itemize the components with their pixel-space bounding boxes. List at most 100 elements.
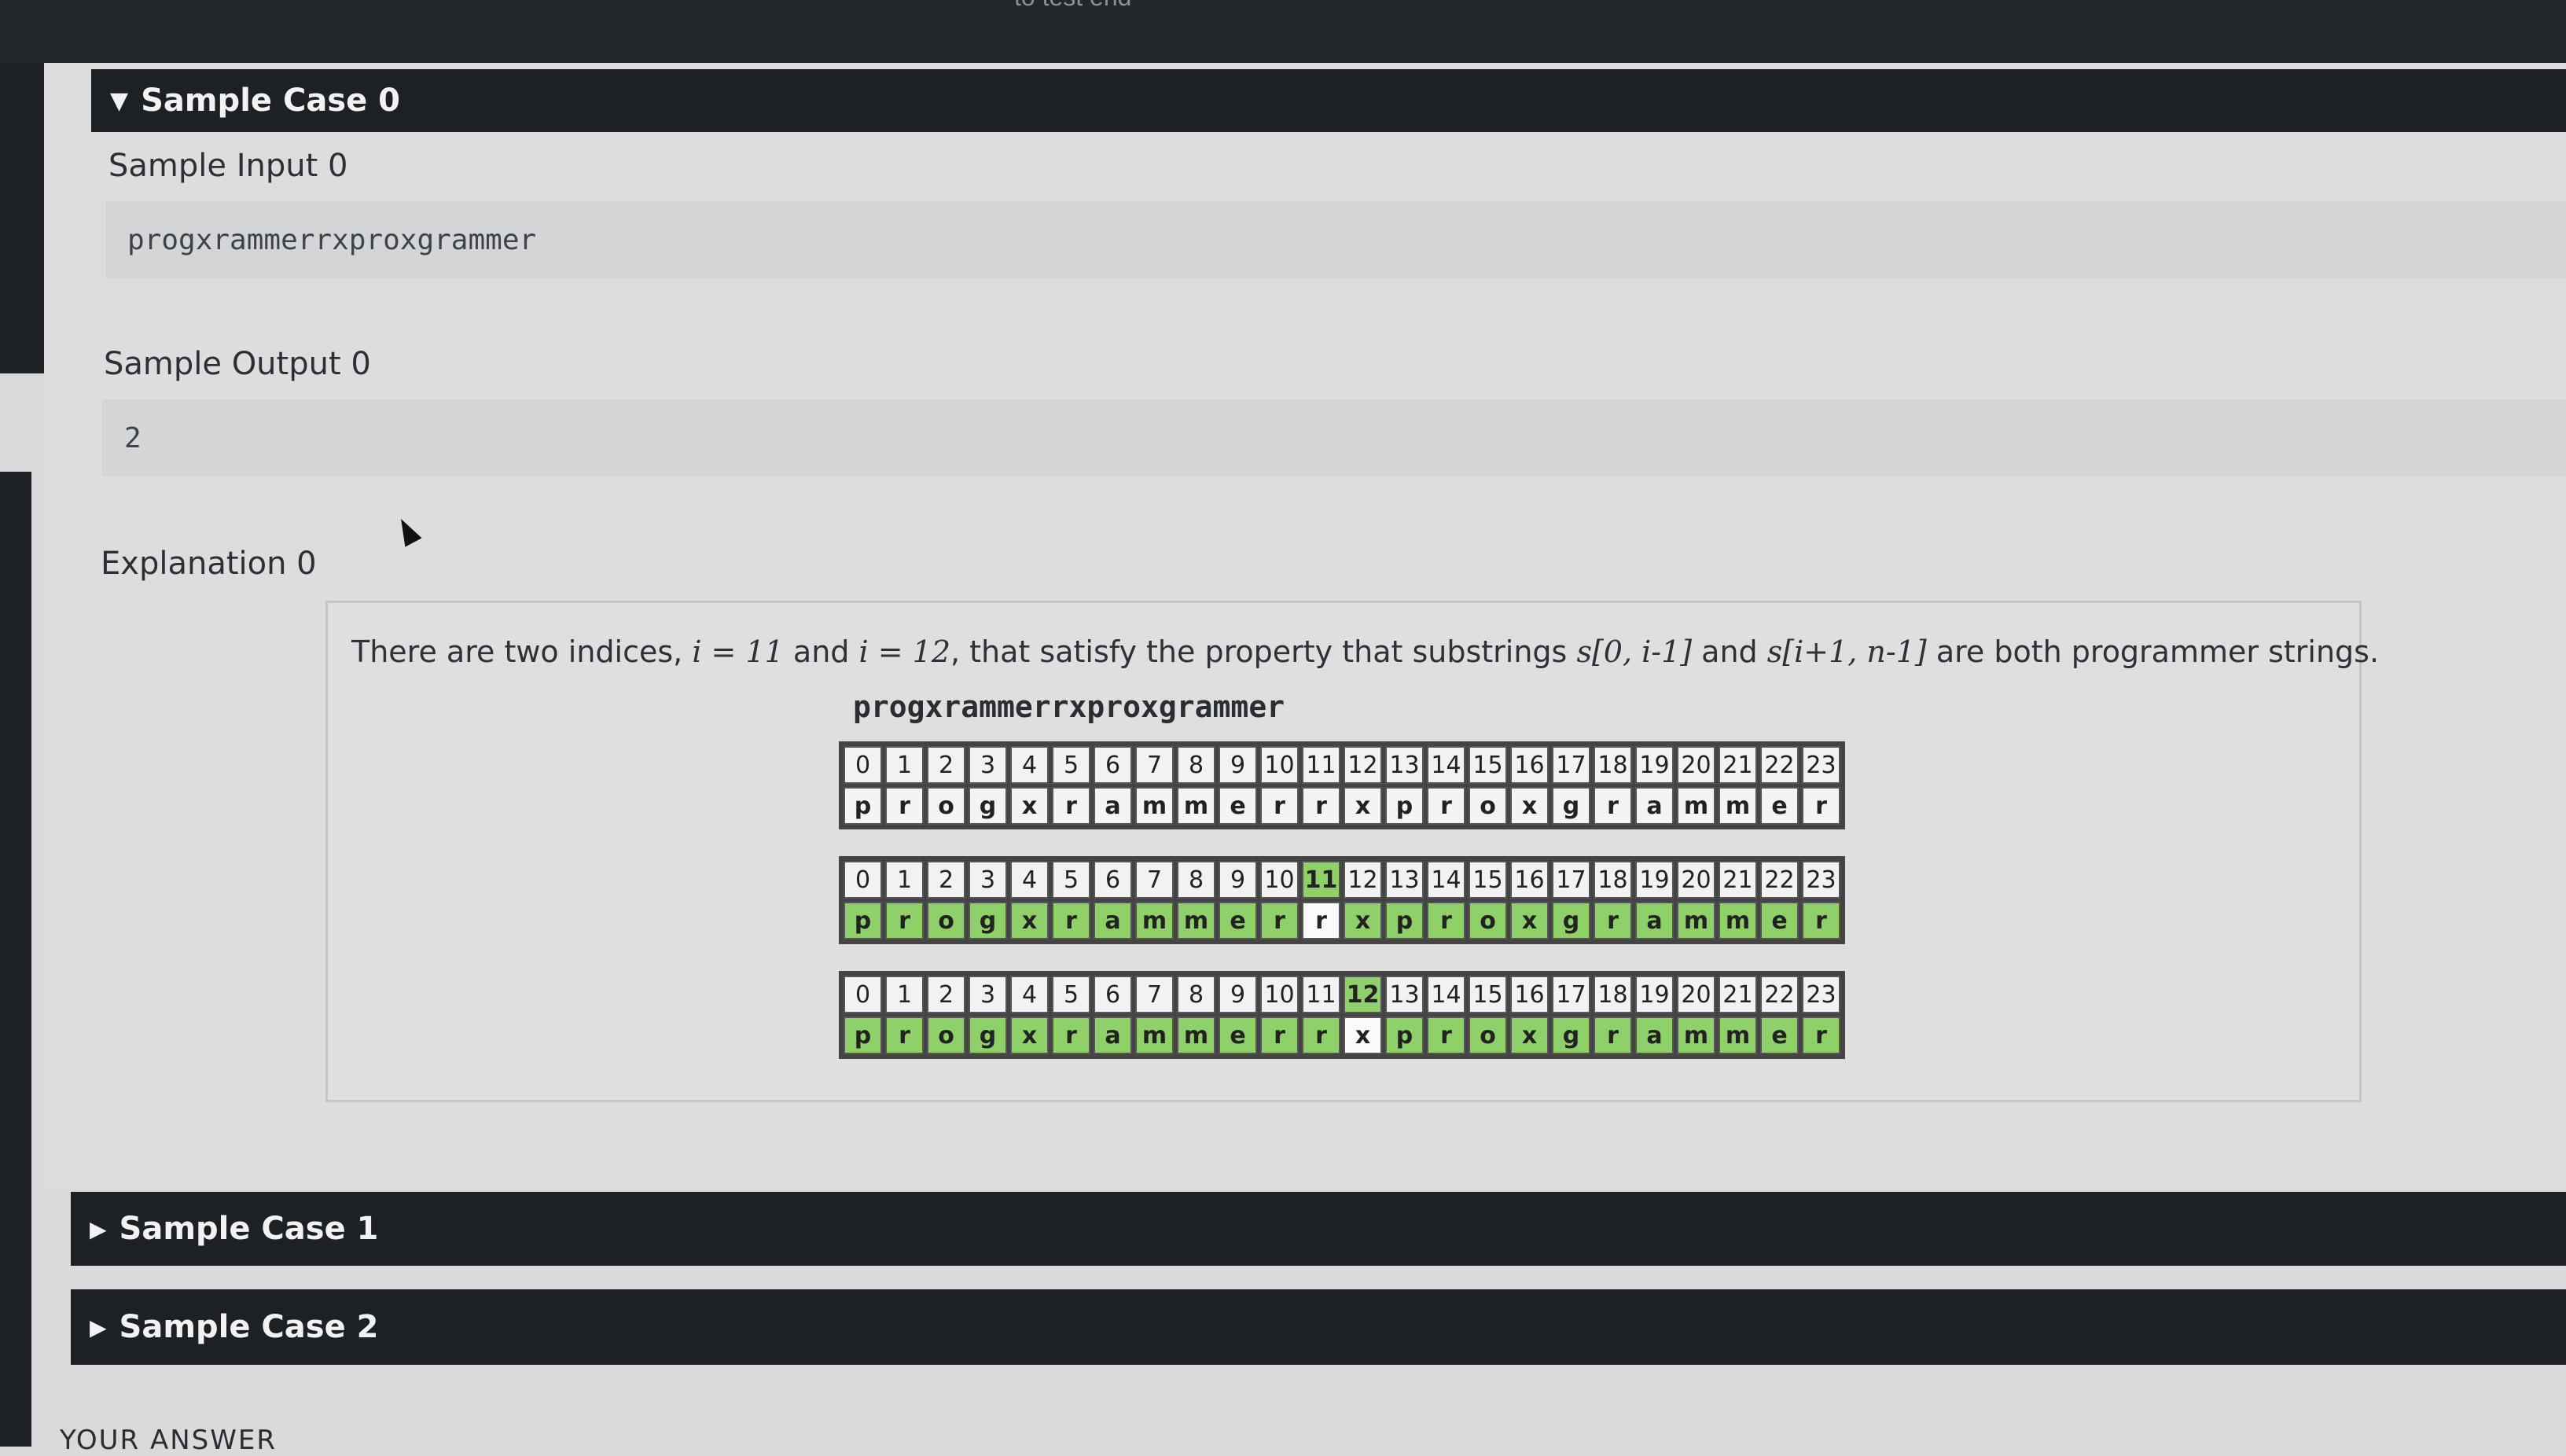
- grid-index-row: 0 1 2 3 4 5 6 7 8 9 10 11 12 13 14 15 16 17 18 19 20 21 22 23: [842, 974, 1842, 1015]
- your-answer-heading: YOUR ANSWER: [60, 1425, 277, 1456]
- explanation-index-11: i = 11: [692, 634, 784, 669]
- grid-index-cell: 23: [1802, 746, 1840, 784]
- grid-index-cell: 15: [1469, 746, 1507, 784]
- grid-char-cell: r: [885, 1017, 924, 1054]
- sample-input-value: progxrammerrxproxgrammer: [127, 223, 537, 256]
- grid-index-cell: 10: [1260, 861, 1299, 899]
- grid-char-cell: o: [927, 902, 965, 939]
- sample-input-box: progxrammerrxproxgrammer: [105, 201, 2566, 278]
- grid-char-cell: e: [1219, 787, 1257, 825]
- grid-char-row: progxrammerrxproxgrammer: [842, 785, 1842, 826]
- grid-index-cell: 15: [1469, 976, 1507, 1013]
- grid-char-cell: r: [1052, 902, 1090, 939]
- grid-index-cell: 12: [1344, 861, 1382, 899]
- sample-case-2-title: Sample Case 2: [119, 1309, 379, 1345]
- grid-char-cell: r: [1594, 1017, 1632, 1054]
- grid-index-cell: 14: [1427, 746, 1465, 784]
- grid-char-cell: m: [1135, 902, 1174, 939]
- grid-index-cell: 23: [1802, 861, 1840, 899]
- grid-char-cell: r: [1427, 1017, 1465, 1054]
- explanation-part: and: [1692, 634, 1767, 669]
- sample-output-label: Sample Output 0: [104, 346, 371, 382]
- left-dark-strip: [0, 63, 44, 373]
- grid-index-cell: 13: [1385, 746, 1424, 784]
- grid-index-cell: 11: [1302, 861, 1340, 899]
- index-grid-split-12: 0 1 2 3 4 5 6 7 8 9 10 11 12 13 14 15 16 17 18 19 20 21 22 23 p r…: [839, 971, 1845, 1059]
- grid-index-cell: 6: [1094, 746, 1132, 784]
- grid-char-cell: r: [1302, 1017, 1340, 1054]
- grid-char-cell: x: [1010, 787, 1049, 825]
- grid-char-cell: r: [1302, 902, 1340, 939]
- grid-index-cell: 0: [844, 746, 882, 784]
- grid-char-cell: g: [969, 902, 1007, 939]
- grid-index-cell: 22: [1760, 746, 1799, 784]
- grid-index-cell: 21: [1719, 746, 1757, 784]
- grid-char-cell: o: [927, 787, 965, 825]
- grid-char-cell: x: [1344, 787, 1382, 825]
- grid-index-cell: 12: [1344, 976, 1382, 1013]
- grid-char-cell: g: [1552, 1017, 1590, 1054]
- grid-index-cell: 4: [1010, 861, 1049, 899]
- grid-char-cell: m: [1177, 902, 1215, 939]
- grid-index-cell: 2: [927, 861, 965, 899]
- explanation-part: There are two indices,: [351, 634, 693, 669]
- grid-index-row: 0 1 2 3 4 5 6 7 8 9 10 11 12 13 14 15 16 17 18 19 20 21 22 23: [842, 859, 1842, 900]
- sample-case-1-header[interactable]: ▶ Sample Case 1: [71, 1192, 2566, 1266]
- sample-case-2-header[interactable]: ▶ Sample Case 2: [71, 1289, 2566, 1365]
- left-dark-strip-lower: [0, 472, 31, 1447]
- grid-char-cell: g: [969, 787, 1007, 825]
- grid-index-cell: 14: [1427, 976, 1465, 1013]
- grid-char-cell: a: [1094, 1017, 1132, 1054]
- grid-index-cell: 8: [1177, 746, 1215, 784]
- grid-index-cell: 4: [1010, 976, 1049, 1013]
- index-grid-split-11: 0 1 2 3 4 5 6 7 8 9 10 11 12 13 14 15 16 17 18 19 20 21 22 23 p r…: [839, 856, 1845, 944]
- grid-index-cell: 10: [1260, 746, 1299, 784]
- grid-index-cell: 1: [885, 861, 924, 899]
- diagram-title: progxrammerrxproxgrammer: [853, 689, 1285, 724]
- grid-index-cell: 7: [1135, 746, 1174, 784]
- grid-char-cell: g: [1552, 902, 1590, 939]
- grid-char-cell: m: [1677, 1017, 1715, 1054]
- grid-char-cell: x: [1010, 1017, 1049, 1054]
- explanation-label: Explanation 0: [101, 546, 317, 582]
- grid-index-cell: 1: [885, 746, 924, 784]
- grid-index-cell: 19: [1635, 746, 1674, 784]
- grid-index-cell: 1: [885, 976, 924, 1013]
- grid-index-cell: 6: [1094, 976, 1132, 1013]
- explanation-substring-left: s[0, i-1]: [1576, 634, 1693, 669]
- grid-char-cell: a: [1094, 902, 1132, 939]
- grid-char-cell: a: [1094, 787, 1132, 825]
- grid-char-cell: m: [1719, 902, 1757, 939]
- grid-char-cell: r: [885, 787, 924, 825]
- grid-index-cell: 0: [844, 976, 882, 1013]
- sample-input-label: Sample Input 0: [108, 148, 348, 184]
- grid-char-cell: g: [969, 1017, 1007, 1054]
- grid-index-cell: 9: [1219, 746, 1257, 784]
- grid-char-cell: x: [1010, 902, 1049, 939]
- grid-char-cell: m: [1677, 787, 1715, 825]
- grid-char-cell: e: [1219, 902, 1257, 939]
- caret-right-icon: ▶: [90, 1215, 107, 1242]
- grid-index-cell: 8: [1177, 861, 1215, 899]
- grid-index-cell: 5: [1052, 861, 1090, 899]
- grid-index-cell: 5: [1052, 976, 1090, 1013]
- explanation-part: and: [783, 634, 859, 669]
- grid-char-cell: a: [1635, 902, 1674, 939]
- grid-index-cell: 18: [1594, 746, 1632, 784]
- grid-char-cell: m: [1177, 1017, 1215, 1054]
- explanation-index-12: i = 12: [858, 634, 950, 669]
- grid-index-cell: 13: [1385, 976, 1424, 1013]
- sample-case-0-header[interactable]: ▼ Sample Case 0: [91, 69, 2566, 132]
- grid-char-cell: x: [1510, 1017, 1549, 1054]
- grid-char-cell: g: [1552, 787, 1590, 825]
- grid-char-cell: r: [1302, 787, 1340, 825]
- sample-output-box: 2: [102, 399, 2566, 476]
- grid-char-cell: r: [1594, 787, 1632, 825]
- grid-index-cell: 17: [1552, 976, 1590, 1013]
- grid-char-row: progxrammerrxproxgrammer: [842, 1015, 1842, 1056]
- grid-index-cell: 6: [1094, 861, 1132, 899]
- grid-index-cell: 19: [1635, 861, 1674, 899]
- sample-case-1-title: Sample Case 1: [119, 1211, 379, 1247]
- grid-index-cell: 9: [1219, 861, 1257, 899]
- explanation-box: There are two indices, i = 11 and i = 12…: [325, 601, 2379, 1102]
